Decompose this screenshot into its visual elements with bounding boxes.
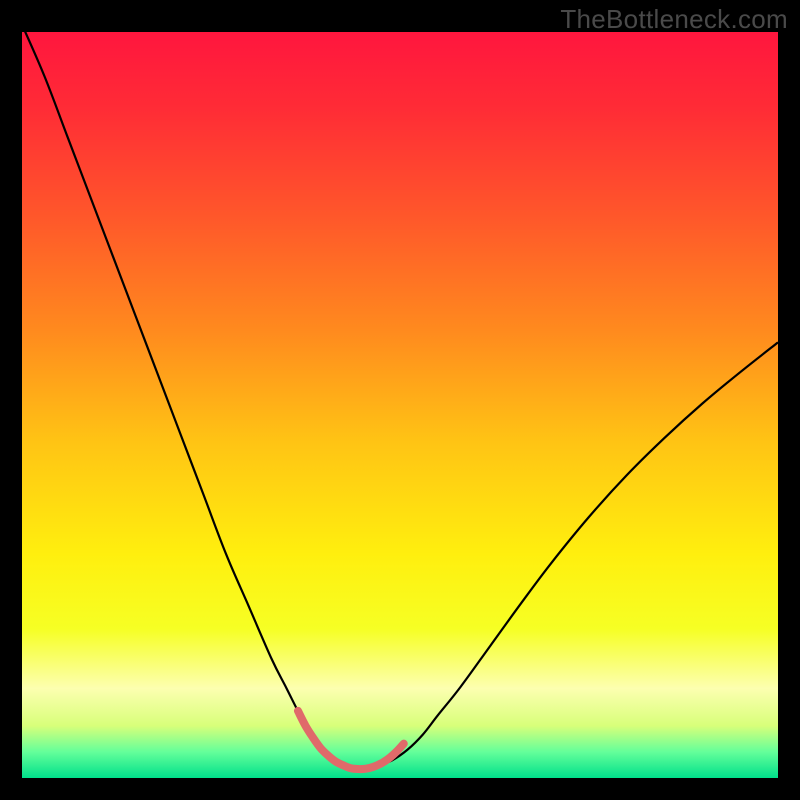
watermark-text: TheBottleneck.com [560, 4, 788, 35]
plot-background [22, 32, 778, 778]
chart-stage: TheBottleneck.com [0, 0, 800, 800]
chart-canvas [0, 0, 800, 800]
